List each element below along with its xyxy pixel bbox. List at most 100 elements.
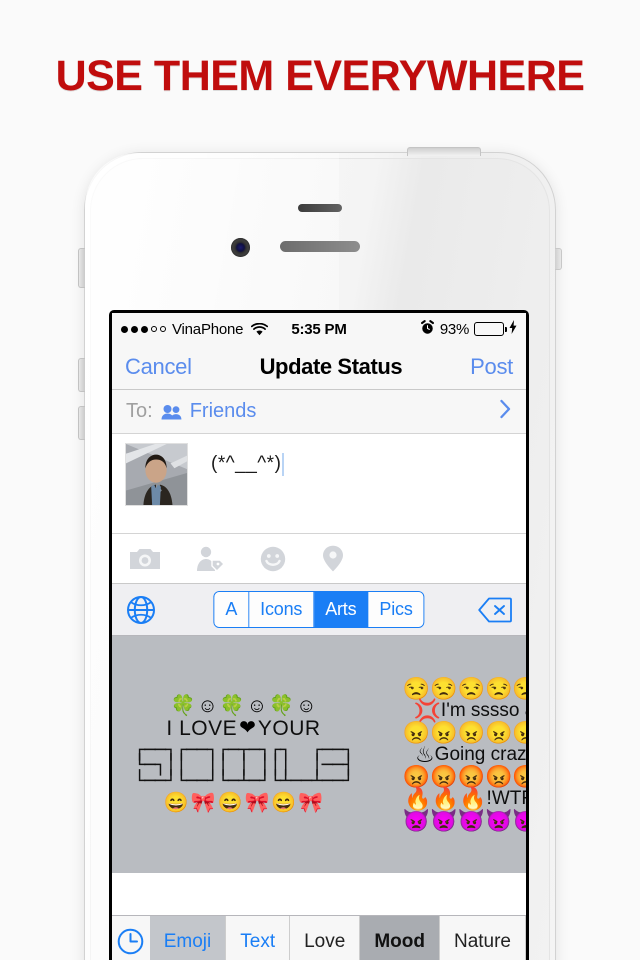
imp-emoji: 👿 <box>402 807 431 833</box>
ascii-art-smile: ┌──┐┌──┐┌─┬─┐┌┐ ┌──┐ └─┐││ ││ │ │││ │──┤… <box>133 738 354 792</box>
status-text-value: (*^__^*) <box>211 453 282 474</box>
globe-icon[interactable] <box>126 595 156 625</box>
art-text-your: YOUR <box>257 716 321 740</box>
emoji-art-gallery[interactable]: 🍀 ☺ 🍀 ☺ 🍀 ☺ I LOVE ❤ YOUR ┌──┐┌──┐┌─┬─┐┌… <box>112 636 526 873</box>
tab-mood[interactable]: Mood <box>360 916 440 960</box>
recent-clock-icon[interactable] <box>112 916 150 960</box>
signal-strength-icon <box>121 325 166 333</box>
volume-up-button[interactable] <box>78 358 85 392</box>
volume-down-button[interactable] <box>78 406 85 440</box>
chevron-right-icon[interactable] <box>499 399 512 424</box>
hot-springs-emoji: ♨ <box>414 741 435 767</box>
art-row-so-angry: 💢 I'm sssso ang <box>413 697 526 723</box>
battery-icon <box>474 322 507 336</box>
heart-emoji: ❤ <box>239 717 256 740</box>
art-row-rage: 😡 😡 😡 😡 😡 😡 <box>402 763 526 789</box>
unamused-emoji: 😒 <box>402 675 431 701</box>
status-text-field[interactable]: (*^__^*) <box>211 443 285 533</box>
imp-emoji: 👿 <box>485 807 513 833</box>
alarm-clock-icon <box>420 319 435 339</box>
category-tab-bar: Emoji Text Love Mood Nature <box>112 915 526 960</box>
angry-emoji: 😠 <box>485 719 513 745</box>
lightning-bolt-icon <box>509 320 517 338</box>
rage-emoji: 😡 <box>512 765 526 788</box>
art-text-going-crazy: Going crazzzz <box>434 744 526 765</box>
art-row-devils: 👿 👿 👿 👿 👿 👿 <box>402 807 526 833</box>
fire-emoji: 🔥 <box>459 785 487 811</box>
relieved-emoji: ☺ <box>197 694 218 717</box>
promo-screenshot: USE THEM EVERYWHERE VinaPhone 5:35 PM 93… <box>0 0 640 960</box>
imp-emoji: 👿 <box>512 809 526 832</box>
grin-emoji: 😄 <box>163 792 189 815</box>
emoji-art-item-angry[interactable]: 😒 😒 😒 😒 😒 😒 💢 I'm sssso ang � <box>375 636 526 873</box>
carrier-label: VinaPhone <box>172 320 244 338</box>
imp-emoji: 👿 <box>457 807 485 833</box>
art-text-wtf: !WTF! <box>486 788 526 809</box>
audience-selector-row[interactable]: To: Friends <box>112 390 526 434</box>
segment-a[interactable]: A <box>214 592 250 627</box>
ribbon-emoji: 🎀 <box>190 792 216 815</box>
tab-text[interactable]: Text <box>226 916 291 960</box>
segment-icons[interactable]: Icons <box>249 592 315 627</box>
text-caret-icon <box>282 453 285 476</box>
fire-emoji: 🔥 <box>404 785 432 811</box>
proximity-sensor-icon <box>298 204 342 212</box>
tag-person-icon[interactable] <box>196 546 224 572</box>
status-bar: VinaPhone 5:35 PM 93% <box>112 313 526 345</box>
navigation-bar: Cancel Update Status Post <box>112 345 526 390</box>
keyboard-toolbar: A Icons Arts Pics <box>112 584 526 636</box>
tab-nature[interactable]: Nature <box>439 916 526 960</box>
tab-emoji[interactable]: Emoji <box>149 916 227 960</box>
cancel-button[interactable]: Cancel <box>125 354 192 380</box>
fire-emoji: 🔥 <box>431 785 460 811</box>
angry-emoji: 😠 <box>402 719 431 745</box>
power-button[interactable] <box>407 147 481 156</box>
grin-emoji: 😄 <box>217 792 243 815</box>
angry-emoji: 😠 <box>512 721 526 744</box>
art-row-i-love-your: I LOVE ❤ YOUR <box>166 718 320 739</box>
emoji-art-item-love-smile[interactable]: 🍀 ☺ 🍀 ☺ 🍀 ☺ I LOVE ❤ YOUR ┌──┐┌──┐┌─┬─┐┌… <box>112 636 375 873</box>
segment-pics[interactable]: Pics <box>368 592 424 627</box>
status-right-group: 93% <box>420 319 517 339</box>
silent-switch[interactable] <box>78 248 85 288</box>
unamused-emoji: 😒 <box>457 675 485 701</box>
art-row-angry: 😠 😠 😠 😠 😠 😠 <box>402 719 526 745</box>
wifi-icon <box>251 322 269 336</box>
location-pin-icon[interactable] <box>322 545 344 572</box>
relieved-emoji: ☺ <box>246 694 268 717</box>
category-segmented-control[interactable]: A Icons Arts Pics <box>213 591 425 628</box>
backspace-delete-icon[interactable] <box>478 597 512 623</box>
phone-screen: VinaPhone 5:35 PM 93% Cancel Update Stat… <box>109 310 529 960</box>
imp-emoji: 👿 <box>430 807 458 833</box>
art-row-going-crazy: ♨ Going crazzzz <box>414 741 526 767</box>
art-row-wtf: 🔥 🔥 🔥 !WTF! 🔥 <box>404 785 526 811</box>
tab-love[interactable]: Love <box>290 916 361 960</box>
compose-area[interactable]: (*^__^*) <box>112 434 526 534</box>
audience-value[interactable]: Friends <box>190 400 257 423</box>
front-camera-icon <box>231 238 250 257</box>
unamused-emoji: 😒 <box>512 677 526 700</box>
camera-icon[interactable] <box>130 547 160 571</box>
sim-tray <box>555 248 562 270</box>
post-button[interactable]: Post <box>470 354 513 380</box>
battery-percent-label: 93% <box>439 320 469 338</box>
art-row-grins-bows: 😄 🎀 😄 🎀 😄 🎀 <box>164 793 323 813</box>
art-row-unamused: 😒 😒 😒 😒 😒 😒 <box>402 675 526 701</box>
art-row-clovers: 🍀 ☺ 🍀 ☺ 🍀 ☺ <box>171 696 317 716</box>
rage-emoji: 😡 <box>430 763 458 789</box>
ribbon-emoji: 🎀 <box>244 792 270 815</box>
unamused-emoji: 😒 <box>430 675 458 701</box>
ribbon-emoji: 🎀 <box>298 792 324 815</box>
angry-emoji: 😠 <box>430 719 458 745</box>
clover-emoji: 🍀 <box>170 694 196 717</box>
grin-emoji: 😄 <box>271 792 297 815</box>
unamused-emoji: 😒 <box>485 675 513 701</box>
rage-emoji: 😡 <box>402 763 431 789</box>
smiley-face-icon[interactable] <box>260 546 286 572</box>
segment-arts[interactable]: Arts <box>314 592 369 627</box>
clover-emoji: 🍀 <box>269 694 295 717</box>
anger-symbol-emoji: 💢 <box>413 697 441 723</box>
art-text-so-angry: I'm sssso ang <box>440 700 526 721</box>
user-avatar[interactable] <box>125 443 188 506</box>
art-text-i-love: I LOVE <box>166 716 238 740</box>
